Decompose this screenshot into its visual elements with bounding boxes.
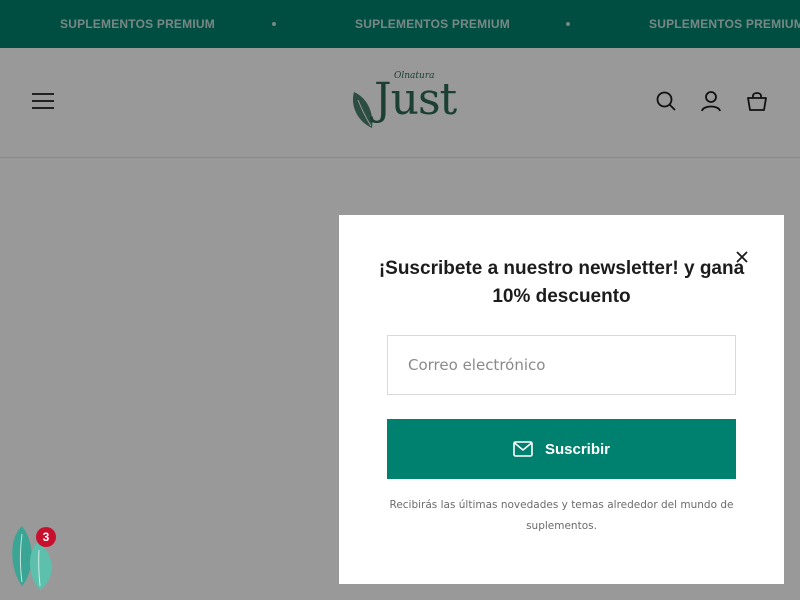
notification-badge: 3 (36, 527, 56, 547)
subscribe-label: Suscribir (544, 440, 611, 458)
newsletter-note: Recibirás las últimas novedades y temas … (389, 499, 734, 532)
newsletter-title: ¡Suscribete a nuestro newsletter! y gana… (378, 258, 745, 307)
email-field[interactable] (387, 335, 736, 395)
rewards-widget[interactable]: 3 (8, 520, 64, 592)
newsletter-modal: ¡Suscribete a nuestro newsletter! y gana… (339, 215, 784, 584)
mail-icon (513, 441, 533, 457)
subscribe-button[interactable]: Suscribir (387, 419, 736, 479)
leaf-widget-icon (12, 526, 52, 590)
